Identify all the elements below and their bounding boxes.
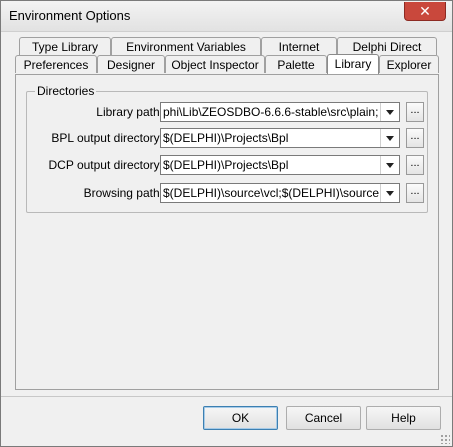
browsing-path-label: Browsing path: xyxy=(83,186,163,200)
tab-environment-variables[interactable]: Environment Variables xyxy=(111,37,261,55)
library-path-combo[interactable]: phi\Lib\ZEOSDBO-6.6.6-stable\src\plain;E… xyxy=(160,102,400,122)
bpl-output-label: BPL output directory: xyxy=(51,131,163,145)
library-path-browse-button[interactable]: ... xyxy=(406,102,424,122)
library-path-value[interactable]: phi\Lib\ZEOSDBO-6.6.6-stable\src\plain;E… xyxy=(163,105,379,121)
dcp-output-value[interactable]: $(DELPHI)\Projects\Bpl xyxy=(163,158,379,174)
library-tab-panel: Directories Library path: phi\Lib\ZEOSDB… xyxy=(15,74,439,390)
dcp-output-label: DCP output directory: xyxy=(48,158,164,172)
tab-preferences[interactable]: Preferences xyxy=(15,55,97,73)
tab-library[interactable]: Library xyxy=(327,54,379,74)
dcp-output-row: DCP output directory: $(DELPHI)\Projects… xyxy=(27,155,429,177)
tab-delphi-direct[interactable]: Delphi Direct xyxy=(337,37,437,55)
browsing-path-combo[interactable]: $(DELPHI)\source\vcl;$(DELPHI)\source\Rt… xyxy=(160,183,400,203)
tab-internet[interactable]: Internet xyxy=(261,37,337,55)
bpl-output-row: BPL output directory: $(DELPHI)\Projects… xyxy=(27,128,429,150)
bpl-output-browse-button[interactable]: ... xyxy=(406,128,424,148)
title-bar[interactable]: Environment Options ✕ xyxy=(1,1,452,32)
button-separator xyxy=(1,396,452,397)
tab-object-inspector[interactable]: Object Inspector xyxy=(165,55,265,73)
chevron-down-icon[interactable] xyxy=(380,129,399,147)
resize-grip-icon[interactable] xyxy=(440,434,450,444)
library-path-label: Library path: xyxy=(96,105,163,119)
tab-type-library[interactable]: Type Library xyxy=(19,37,111,55)
chevron-down-icon[interactable] xyxy=(380,103,399,121)
library-path-row: Library path: phi\Lib\ZEOSDBO-6.6.6-stab… xyxy=(27,102,429,124)
window-title: Environment Options xyxy=(9,8,131,23)
close-button[interactable]: ✕ xyxy=(404,2,446,21)
environment-options-window: Environment Options ✕ Type Library Envir… xyxy=(0,0,453,447)
bpl-output-combo[interactable]: $(DELPHI)\Projects\Bpl xyxy=(160,128,400,148)
tab-designer[interactable]: Designer xyxy=(97,55,165,73)
chevron-down-icon[interactable] xyxy=(380,156,399,174)
bpl-output-value[interactable]: $(DELPHI)\Projects\Bpl xyxy=(163,131,379,147)
dcp-output-combo[interactable]: $(DELPHI)\Projects\Bpl xyxy=(160,155,400,175)
tab-palette[interactable]: Palette xyxy=(265,55,327,73)
dcp-output-browse-button[interactable]: ... xyxy=(406,155,424,175)
tab-explorer[interactable]: Explorer xyxy=(379,55,439,73)
directories-group: Directories Library path: phi\Lib\ZEOSDB… xyxy=(26,84,429,213)
cancel-button[interactable]: Cancel xyxy=(286,406,361,430)
chevron-down-icon[interactable] xyxy=(380,184,399,202)
browsing-path-value[interactable]: $(DELPHI)\source\vcl;$(DELPHI)\source\Rt… xyxy=(163,186,379,202)
help-button[interactable]: Help xyxy=(366,406,441,430)
ok-button[interactable]: OK xyxy=(203,406,278,430)
directories-group-label: Directories xyxy=(35,84,97,98)
tab-strip: Type Library Environment Variables Inter… xyxy=(15,37,439,75)
browsing-path-browse-button[interactable]: ... xyxy=(406,183,424,203)
browsing-path-row: Browsing path: $(DELPHI)\source\vcl;$(DE… xyxy=(27,183,429,205)
